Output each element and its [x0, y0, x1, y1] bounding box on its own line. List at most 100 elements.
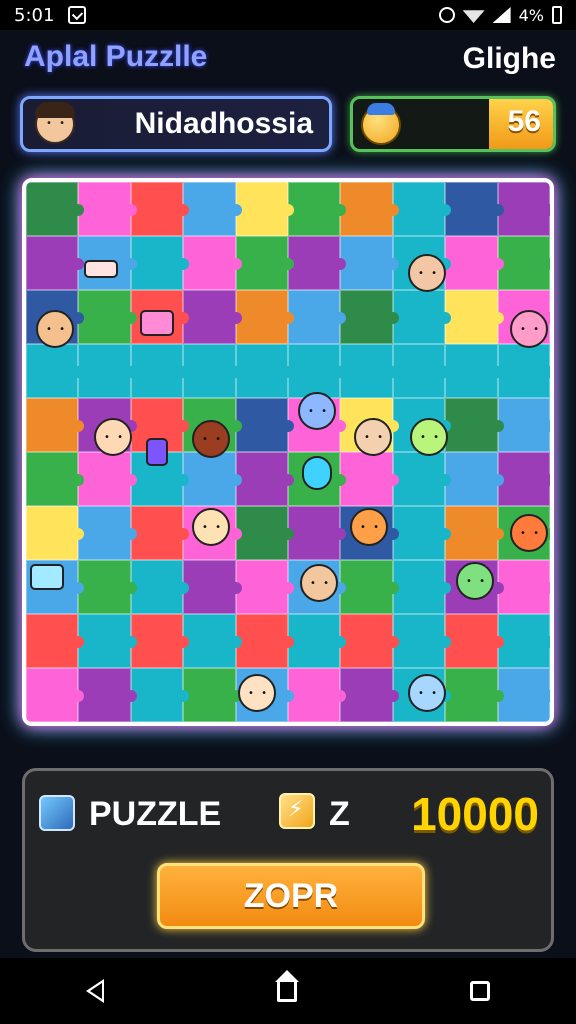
book-prop-icon[interactable]: [84, 260, 118, 278]
character-piece[interactable]: [192, 420, 230, 458]
puzzle-tile[interactable]: [26, 182, 85, 236]
puzzle-tile[interactable]: [235, 614, 295, 668]
recent-apps-icon[interactable]: [469, 981, 490, 1001]
puzzle-tile[interactable]: [183, 614, 243, 668]
puzzle-tile[interactable]: [497, 398, 550, 452]
puzzle-tile[interactable]: [235, 506, 295, 560]
character-piece[interactable]: [510, 514, 548, 552]
puzzle-tile[interactable]: [288, 182, 347, 236]
puzzle-tile[interactable]: [78, 452, 138, 506]
character-piece[interactable]: [298, 392, 336, 430]
puzzle-tile[interactable]: [497, 236, 550, 290]
puzzle-tile[interactable]: [497, 344, 550, 398]
home-icon[interactable]: [274, 970, 299, 1002]
puzzle-tile[interactable]: [26, 452, 85, 506]
puzzle-tile[interactable]: [392, 506, 452, 560]
puzzle-tile[interactable]: [392, 560, 452, 614]
puzzle-tile[interactable]: [340, 452, 400, 506]
puzzle-tile[interactable]: [235, 398, 295, 452]
puzzle-tile[interactable]: [445, 614, 505, 668]
puzzle-tile[interactable]: [392, 452, 452, 506]
character-piece[interactable]: [408, 254, 446, 292]
puzzle-tile[interactable]: [78, 506, 138, 560]
character-piece[interactable]: [192, 508, 230, 546]
character-piece[interactable]: [350, 508, 388, 546]
bird-prop-icon[interactable]: [302, 456, 332, 490]
puzzle-tile[interactable]: [26, 344, 85, 398]
puzzle-tile[interactable]: [183, 182, 243, 236]
puzzle-tile[interactable]: [130, 560, 190, 614]
character-piece[interactable]: [238, 674, 276, 712]
puzzle-tile[interactable]: [340, 560, 400, 614]
character-piece[interactable]: [456, 562, 494, 600]
puzzle-tile[interactable]: [78, 560, 138, 614]
puzzle-tile[interactable]: [445, 452, 505, 506]
puzzle-tile[interactable]: [445, 182, 505, 236]
puzzle-tile[interactable]: [340, 614, 400, 668]
puzzle-tile[interactable]: [340, 236, 400, 290]
console-prop-icon[interactable]: [140, 310, 174, 336]
puzzle-tile[interactable]: [445, 398, 505, 452]
character-piece[interactable]: [94, 418, 132, 456]
puzzle-tile[interactable]: [392, 182, 452, 236]
puzzle-tile[interactable]: [497, 614, 550, 668]
puzzle-board[interactable]: [22, 178, 554, 726]
puzzle-tile[interactable]: [26, 506, 85, 560]
puzzle-tile[interactable]: [340, 668, 400, 722]
puzzle-tile[interactable]: [183, 668, 243, 722]
puzzle-tile[interactable]: [26, 614, 85, 668]
puzzle-tile[interactable]: [130, 344, 190, 398]
puzzle-tile[interactable]: [78, 614, 138, 668]
puzzle-tile[interactable]: [235, 344, 295, 398]
character-piece[interactable]: [510, 310, 548, 348]
puzzle-tile[interactable]: [288, 290, 347, 344]
puzzle-tile[interactable]: [497, 560, 550, 614]
puzzle-tile[interactable]: [78, 668, 138, 722]
puzzle-tile[interactable]: [288, 668, 347, 722]
puzzle-tile[interactable]: [183, 344, 243, 398]
character-piece[interactable]: [300, 564, 338, 602]
puzzle-tile[interactable]: [26, 398, 85, 452]
coin-card[interactable]: 56: [350, 96, 556, 152]
puzzle-tile[interactable]: [235, 560, 295, 614]
puzzle-tile[interactable]: [340, 182, 400, 236]
puzzle-tile[interactable]: [235, 182, 295, 236]
puzzle-tile[interactable]: [445, 236, 505, 290]
puzzle-tile[interactable]: [183, 290, 243, 344]
back-icon[interactable]: [86, 979, 105, 1003]
box-prop-icon[interactable]: [146, 438, 168, 466]
puzzle-tile[interactable]: [183, 452, 243, 506]
puzzle-tile[interactable]: [497, 182, 550, 236]
puzzle-tile[interactable]: [130, 236, 190, 290]
character-piece[interactable]: [408, 674, 446, 712]
player-card[interactable]: Nidadhossia: [20, 96, 332, 152]
puzzle-tile[interactable]: [497, 452, 550, 506]
puzzle-tile[interactable]: [26, 668, 85, 722]
puzzle-tile[interactable]: [340, 344, 400, 398]
puzzle-tile[interactable]: [392, 614, 452, 668]
puzzle-tile[interactable]: [78, 182, 138, 236]
puzzle-tile[interactable]: [497, 668, 550, 722]
character-piece[interactable]: [36, 310, 74, 348]
puzzle-tile[interactable]: [78, 290, 138, 344]
top-right-label[interactable]: Glighe: [463, 42, 556, 76]
play-button[interactable]: ZOPR: [157, 863, 425, 929]
puzzle-tile[interactable]: [340, 290, 400, 344]
console-prop-icon[interactable]: [30, 564, 64, 590]
puzzle-tile[interactable]: [235, 290, 295, 344]
puzzle-tile[interactable]: [288, 506, 347, 560]
puzzle-tile[interactable]: [288, 236, 347, 290]
puzzle-tile[interactable]: [183, 560, 243, 614]
puzzle-tile[interactable]: [130, 506, 190, 560]
puzzle-tile[interactable]: [445, 506, 505, 560]
puzzle-tile[interactable]: [78, 344, 138, 398]
puzzle-tile[interactable]: [235, 452, 295, 506]
character-piece[interactable]: [354, 418, 392, 456]
puzzle-tile[interactable]: [392, 344, 452, 398]
character-piece[interactable]: [410, 418, 448, 456]
puzzle-tile[interactable]: [445, 290, 505, 344]
puzzle-tile[interactable]: [26, 236, 85, 290]
puzzle-tile[interactable]: [130, 182, 190, 236]
puzzle-tile[interactable]: [288, 614, 347, 668]
puzzle-tile[interactable]: [392, 290, 452, 344]
